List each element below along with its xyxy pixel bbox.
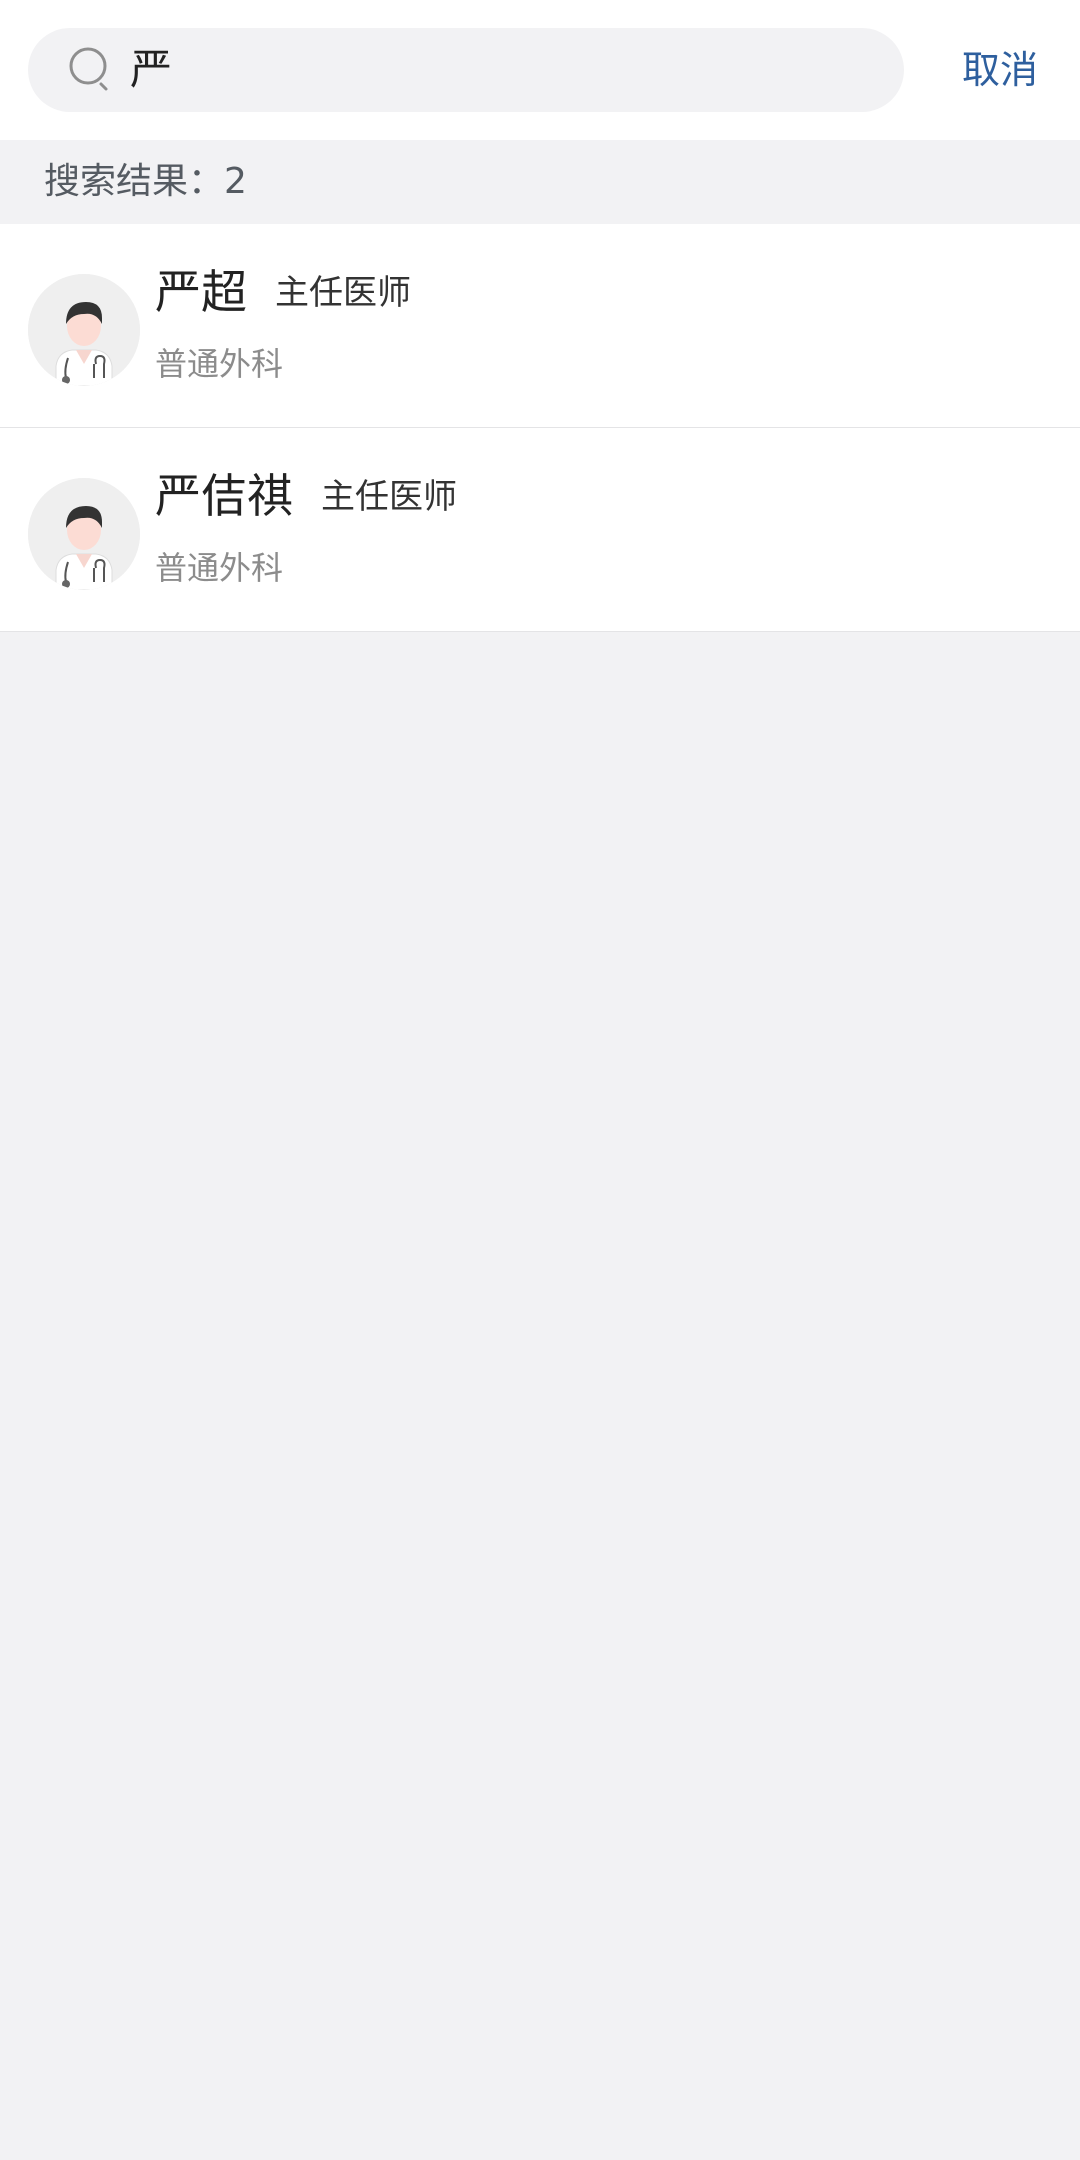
search-icon [68,46,116,94]
doctor-department: 普通外科 [155,549,284,587]
doctor-department: 普通外科 [155,345,284,383]
cancel-button[interactable]: 取消 [940,28,1060,112]
search-input[interactable]: 严 [130,28,870,112]
doctor-list-item[interactable]: 严超 主任医师 普通外科 [0,224,1080,428]
doctor-name: 严超 [155,265,247,319]
result-header: 搜索结果：2 [0,140,1080,224]
doctor-avatar-icon [28,478,140,590]
doctor-name-row: 严超 主任医师 [155,264,411,321]
search-box[interactable]: 严 [28,28,904,112]
doctor-name: 严佶祺 [155,469,293,523]
doctor-list-item[interactable]: 严佶祺 主任医师 普通外科 [0,428,1080,632]
search-bar: 严 取消 [0,0,1080,140]
doctor-title: 主任医师 [275,273,411,313]
doctor-name-row: 严佶祺 主任医师 [155,468,457,525]
doctor-title: 主任医师 [321,477,457,517]
result-count-label: 搜索结果：2 [44,161,247,202]
doctor-avatar-icon [28,274,140,386]
result-list: 严超 主任医师 普通外科 严佶祺 主任医师 普通外科 [0,224,1080,632]
